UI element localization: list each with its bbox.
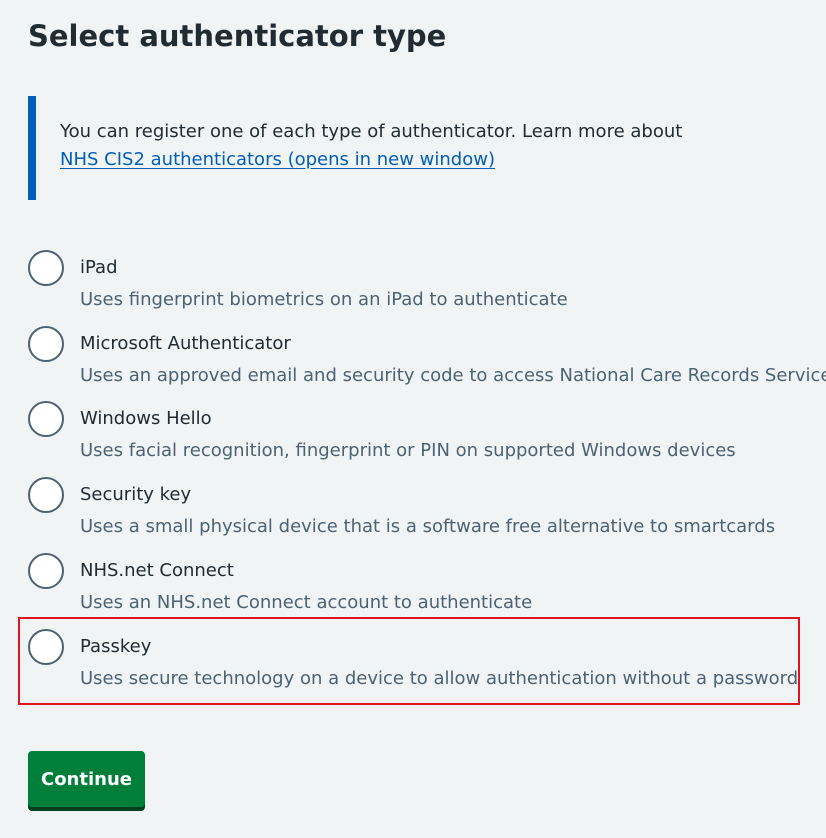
inset-text: You can register one of each type of aut… bbox=[60, 121, 683, 142]
continue-button[interactable]: Continue bbox=[28, 751, 145, 807]
option-hint: Uses an NHS.net Connect account to authe… bbox=[80, 592, 533, 613]
option-security-key[interactable]: Security key Uses a small physical devic… bbox=[28, 477, 808, 547]
option-label[interactable]: Security key bbox=[80, 482, 191, 508]
option-ipad[interactable]: iPad Uses fingerprint biometrics on an i… bbox=[28, 250, 808, 320]
radio-microsoft-authenticator[interactable] bbox=[28, 326, 64, 362]
option-nhs-net-connect[interactable]: NHS.net Connect Uses an NHS.net Connect … bbox=[28, 553, 808, 623]
radio-nhs-net-connect[interactable] bbox=[28, 553, 64, 589]
cis2-authenticators-link[interactable]: NHS CIS2 authenticators (opens in new wi… bbox=[60, 149, 495, 170]
option-hint: Uses an approved email and security code… bbox=[80, 365, 826, 386]
option-windows-hello[interactable]: Windows Hello Uses facial recognition, f… bbox=[28, 401, 808, 471]
radio-ipad[interactable] bbox=[28, 250, 64, 286]
option-microsoft-authenticator[interactable]: Microsoft Authenticator Uses an approved… bbox=[28, 326, 826, 396]
passkey-highlight-box bbox=[18, 617, 800, 705]
option-hint: Uses a small physical device that is a s… bbox=[80, 516, 776, 537]
info-inset: You can register one of each type of aut… bbox=[28, 96, 728, 200]
page-title: Select authenticator type bbox=[28, 19, 447, 53]
option-hint: Uses fingerprint biometrics on an iPad t… bbox=[80, 289, 568, 310]
option-label[interactable]: iPad bbox=[80, 255, 118, 281]
option-label[interactable]: Microsoft Authenticator bbox=[80, 331, 291, 357]
radio-security-key[interactable] bbox=[28, 477, 64, 513]
radio-windows-hello[interactable] bbox=[28, 401, 64, 437]
option-label[interactable]: Windows Hello bbox=[80, 406, 212, 432]
option-hint: Uses facial recognition, fingerprint or … bbox=[80, 440, 736, 461]
option-label[interactable]: NHS.net Connect bbox=[80, 558, 234, 584]
